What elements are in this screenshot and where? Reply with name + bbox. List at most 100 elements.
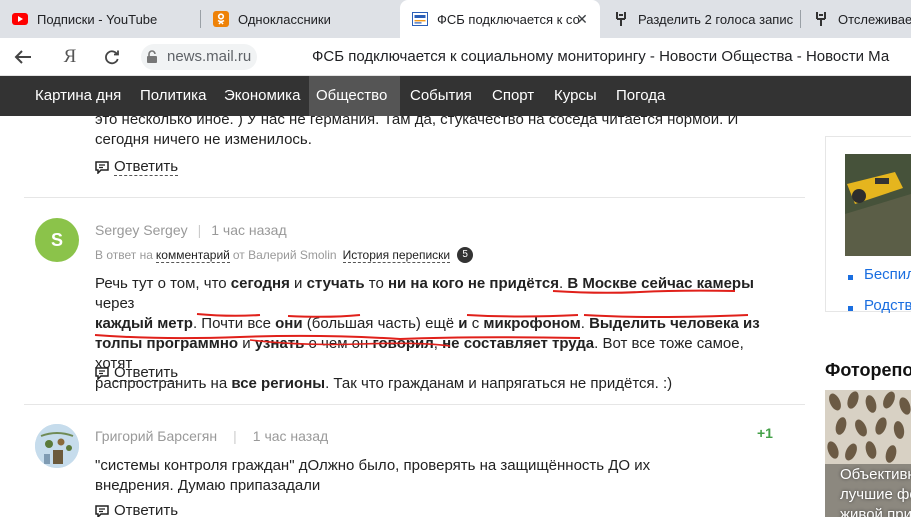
reply-label: Ответить bbox=[114, 364, 179, 382]
address-bar-domain[interactable]: news.mail.ru bbox=[163, 44, 258, 70]
lock-icon bbox=[147, 50, 157, 63]
nav-item-politika[interactable]: Политика bbox=[133, 76, 213, 116]
avatar[interactable]: S bbox=[35, 218, 79, 262]
text-run-bold: толпы программно bbox=[95, 335, 239, 352]
avatar-letter: S bbox=[50, 230, 63, 250]
text-run: с bbox=[467, 315, 484, 332]
tuning-fork-icon bbox=[813, 11, 829, 27]
text-run-bold: все регионы bbox=[231, 375, 326, 392]
comment-text: это несколько иное. ) У нас не германия.… bbox=[95, 116, 785, 150]
sidebar-link[interactable]: Родств bbox=[864, 297, 911, 314]
tab-split-voices[interactable]: Разделить 2 голоса запис bbox=[601, 0, 799, 38]
comment-line: распространить на все регионы. Так что г… bbox=[95, 374, 785, 394]
text-run-bold: В Москве сейчас камеры bbox=[567, 275, 754, 292]
tab-label: Разделить 2 голоса запис bbox=[638, 11, 794, 27]
odnoklassniki-icon bbox=[213, 11, 229, 27]
nav-item-ekonomika[interactable]: Экономика bbox=[217, 76, 307, 116]
comment-time: 1 час назад bbox=[252, 428, 329, 444]
sidebar-link[interactable]: Беспил bbox=[864, 266, 911, 283]
text-run: и bbox=[289, 275, 307, 292]
text-run-bold: говорил bbox=[372, 335, 434, 352]
text-run-bold: сегодня bbox=[230, 275, 290, 292]
nav-item-kursy[interactable]: Курсы bbox=[547, 76, 604, 116]
in-reply-comment-link[interactable]: комментарий bbox=[155, 248, 230, 263]
reply-button[interactable]: Ответить bbox=[95, 158, 179, 176]
comment-text: Речь тут о том, что сегодня и стучать то… bbox=[95, 274, 785, 394]
tab-tracking[interactable]: Отслеживает bbox=[801, 0, 911, 38]
photo-caption-line[interactable]: лучшие фо bbox=[840, 486, 911, 503]
nav-item-obshchestvo[interactable]: Общество bbox=[309, 76, 400, 116]
nav-item-kartina-dnya[interactable]: Картина дня bbox=[28, 76, 128, 116]
comment-meta: Григорий Барсегян | 1 час назад bbox=[95, 428, 328, 444]
text-run: то bbox=[364, 275, 388, 292]
comment-author[interactable]: Sergey Sergey bbox=[95, 222, 188, 238]
reload-icon bbox=[105, 50, 119, 65]
nav-item-sobytiya[interactable]: События bbox=[403, 76, 479, 116]
reply-icon bbox=[95, 366, 109, 380]
text-run: . bbox=[580, 315, 590, 332]
close-icon[interactable]: ✕ bbox=[574, 11, 590, 27]
text-run: (большая часть) ещё bbox=[302, 315, 459, 332]
tab-youtube[interactable]: Подписки - YouTube bbox=[0, 0, 200, 38]
in-reply-prefix: В ответ на bbox=[95, 248, 153, 262]
comment-line: толпы программно и узнать о чем он говор… bbox=[95, 334, 785, 374]
text-run: о чем он bbox=[304, 335, 373, 352]
text-run-bold: стучать bbox=[306, 275, 365, 292]
in-reply-from: от Валерий Smolin bbox=[232, 248, 337, 262]
nav-item-pogoda[interactable]: Погода bbox=[609, 76, 672, 116]
text-run: . Так что гражданам и напрягаться не при… bbox=[325, 375, 673, 392]
avatar[interactable] bbox=[35, 424, 79, 468]
tab-odnoklassniki[interactable]: Одноклассники bbox=[201, 0, 399, 38]
avatar-image bbox=[35, 424, 79, 468]
comment-line: "системы контроля граждан" дОлжно было, … bbox=[95, 457, 651, 474]
text-run-bold: узнать bbox=[254, 335, 305, 352]
text-run: . Почти все bbox=[192, 315, 276, 332]
text-run-bold: ни на кого не придётся bbox=[387, 275, 559, 292]
nav-item-sport[interactable]: Спорт bbox=[485, 76, 541, 116]
tab-fsb-news[interactable]: ФСБ подключается к со ✕ bbox=[400, 0, 600, 38]
sidebar-news-image[interactable] bbox=[845, 154, 911, 256]
tab-label: Отслеживает bbox=[838, 11, 911, 27]
tab-label: Одноклассники bbox=[238, 11, 331, 27]
comment-time: 1 час назад bbox=[211, 222, 287, 238]
tuning-fork-icon bbox=[613, 11, 629, 27]
reply-label: Ответить bbox=[114, 158, 179, 176]
history-link[interactable]: История переписки bbox=[342, 248, 451, 263]
yandex-logo-button[interactable]: Я bbox=[59, 46, 81, 68]
bullet bbox=[848, 306, 853, 311]
comment-author[interactable]: Григорий Барсегян bbox=[95, 428, 217, 444]
text-run-bold: и bbox=[458, 315, 468, 332]
bullet bbox=[848, 275, 853, 280]
reply-icon bbox=[95, 160, 109, 174]
history-count-badge: 5 bbox=[457, 247, 474, 263]
reply-button[interactable]: Ответить bbox=[95, 502, 178, 517]
photo-caption-line[interactable]: живой при bbox=[840, 506, 911, 517]
sidebar-heading[interactable]: Фоторепо bbox=[825, 360, 911, 381]
text-run-bold: они bbox=[275, 315, 303, 332]
in-reply-info: В ответ на комментарий от Валерий Smolin… bbox=[95, 247, 474, 263]
comment-divider bbox=[24, 404, 805, 405]
tab-label: ФСБ подключается к со bbox=[437, 11, 580, 27]
photo-caption-line[interactable]: Объективн bbox=[840, 466, 911, 483]
comment-line: сегодня ничего не изменилось. bbox=[95, 131, 312, 148]
meta-separator: | bbox=[197, 222, 202, 238]
tab-label: Подписки - YouTube bbox=[37, 11, 158, 27]
youtube-icon bbox=[12, 11, 28, 27]
address-bar-page-title[interactable]: ФСБ подключается к социальному мониторин… bbox=[312, 46, 889, 68]
text-run: , bbox=[433, 335, 443, 352]
site-navigation: Картина дня Политика Экономика Общество … bbox=[0, 76, 911, 116]
back-arrow-icon bbox=[14, 50, 31, 64]
back-button[interactable] bbox=[12, 46, 34, 68]
text-run: через bbox=[95, 295, 135, 312]
text-run: и bbox=[238, 335, 255, 352]
site-security-button[interactable] bbox=[141, 44, 163, 70]
text-run: Речь тут о том, что bbox=[95, 275, 231, 292]
comment-line: это несколько иное. ) У нас не германия.… bbox=[95, 116, 739, 128]
reply-button[interactable]: Ответить bbox=[95, 364, 179, 382]
reload-button[interactable] bbox=[101, 46, 123, 68]
mailru-icon bbox=[412, 11, 428, 27]
text-run-bold: каждый метр bbox=[95, 315, 193, 332]
text-run-bold: не составляет труда bbox=[442, 335, 595, 352]
text-run-bold: Выделить человека из bbox=[589, 315, 760, 332]
comment-line: каждый метр. Почти все они (большая част… bbox=[95, 314, 785, 334]
